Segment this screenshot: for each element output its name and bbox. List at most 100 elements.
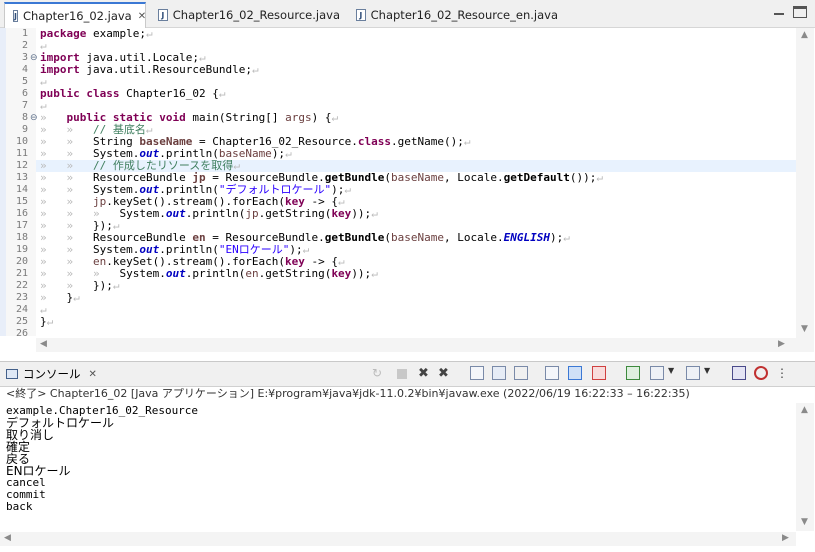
scroll-left-icon[interactable]: ◀ — [40, 339, 47, 349]
tab-chapter16-02[interactable]: J Chapter16_02.java ✕ — [4, 2, 146, 28]
line-number: 19 — [15, 244, 28, 255]
console-horizontal-scrollbar[interactable]: ◀ ▶ — [0, 532, 796, 546]
code-text: .getName(); — [391, 135, 464, 148]
code-text: )); — [351, 207, 372, 220]
tab-chapter16-02-resource-en[interactable]: J Chapter16_02_Resource_en.java — [348, 3, 558, 27]
variable: jp — [245, 207, 259, 220]
parameter: args — [285, 111, 312, 124]
word-wrap-icon[interactable] — [514, 366, 528, 380]
tab-console[interactable]: コンソール ✕ — [6, 366, 97, 382]
code-text: .getString( — [258, 267, 332, 280]
line-number: 18 — [15, 232, 28, 243]
line-number: 13 — [15, 172, 28, 183]
keyword: class — [86, 87, 120, 100]
open-console-icon[interactable] — [626, 366, 640, 380]
method: getDefault — [503, 171, 570, 184]
scroll-right-icon[interactable]: ▶ — [778, 339, 785, 349]
line-number: 1 — [21, 28, 28, 39]
code-text: System. — [119, 207, 166, 220]
code-line-25: }↵ — [40, 315, 54, 328]
tab-label: Chapter16_02.java — [22, 9, 132, 23]
code-text: )); — [351, 267, 372, 280]
line-number: 16 — [15, 208, 28, 219]
variable: baseName — [391, 231, 445, 244]
line-number: 21 — [15, 268, 28, 279]
field: out — [165, 207, 186, 220]
lambda-param: key — [331, 267, 352, 280]
console-process-header: <終了> Chapter16_02 [Java アプリケーション] E:¥pro… — [6, 387, 690, 400]
field: ENGLISH — [503, 231, 550, 244]
java-file-icon: J — [356, 9, 366, 21]
keyword: class — [357, 135, 392, 148]
show-on-stdout-icon[interactable] — [568, 366, 582, 380]
scroll-down-icon[interactable]: ▼ — [801, 517, 808, 527]
field: out — [165, 267, 186, 280]
code-text: , Locale. — [444, 171, 504, 184]
view-menu-icon[interactable]: ⋮ — [776, 366, 790, 380]
refresh-icon[interactable]: ↻ — [372, 366, 386, 380]
variable: baseName — [391, 171, 445, 184]
scroll-left-icon[interactable]: ◀ — [4, 533, 11, 543]
console-icon — [6, 369, 18, 379]
tab-label: Chapter16_02_Resource.java — [172, 8, 340, 22]
code-text: ); — [271, 147, 286, 160]
pin-console-icon[interactable] — [545, 366, 559, 380]
terminate-icon[interactable] — [397, 369, 407, 379]
fold-collapse-icon[interactable]: ⊖ — [30, 112, 38, 124]
code-text: example; — [86, 27, 146, 40]
code-text: .println( — [185, 207, 246, 220]
tab-label: Chapter16_02_Resource_en.java — [370, 8, 558, 22]
code-text: .println( — [185, 267, 246, 280]
scroll-up-icon[interactable]: ▲ — [801, 30, 808, 40]
console-view-bar: コンソール ✕ ↻ ✖ ✖ ▼ ▼ ⋮ — [0, 361, 815, 387]
editor-vertical-scrollbar[interactable]: ▲ ▼ — [796, 28, 814, 352]
scroll-up-icon[interactable]: ▲ — [801, 405, 808, 415]
line-number: 5 — [21, 76, 28, 87]
line-number: 7 — [21, 100, 28, 111]
close-icon[interactable]: ✕ — [89, 369, 97, 380]
chevron-down-icon[interactable]: ▼ — [668, 366, 682, 380]
console-output[interactable]: example.Chapter16_02_Resource デフォルトロケール … — [0, 403, 796, 531]
display-console-icon[interactable] — [650, 366, 664, 380]
console-settings-icon[interactable] — [732, 366, 746, 380]
editor-horizontal-scrollbar[interactable]: ◀ ▶ — [36, 338, 796, 352]
code-editor[interactable]: 1 2 3 4 5 6 7 8 9 10 11 12 13 14 15 16 1… — [0, 28, 815, 352]
variable: en — [245, 267, 259, 280]
show-on-stderr-icon[interactable] — [592, 366, 606, 380]
java-file-icon: J — [158, 9, 168, 21]
scroll-down-icon[interactable]: ▼ — [801, 324, 808, 334]
overview-ruler-left — [0, 28, 6, 336]
chevron-down-icon[interactable]: ▼ — [704, 366, 718, 380]
scroll-lock-icon[interactable] — [492, 366, 506, 380]
code-text: ); — [549, 231, 564, 244]
new-console-icon[interactable] — [686, 366, 700, 380]
code-text: ) { — [311, 111, 332, 124]
line-number: 6 — [21, 88, 28, 99]
minimize-icon[interactable] — [772, 6, 786, 18]
line-number: 24 — [15, 304, 28, 315]
console-vertical-scrollbar[interactable]: ▲ ▼ — [796, 403, 814, 531]
code-text: } — [40, 315, 47, 328]
scroll-right-icon[interactable]: ▶ — [782, 533, 789, 543]
java-file-icon: J — [13, 10, 18, 22]
keyword: void — [159, 111, 186, 124]
method: getBundle — [324, 231, 385, 244]
line-number: 20 — [15, 256, 28, 267]
maximize-icon[interactable] — [793, 6, 807, 18]
remove-launch-icon[interactable]: ✖ — [418, 366, 432, 381]
clear-console-icon[interactable] — [470, 366, 484, 380]
line-number: 12 — [15, 160, 28, 171]
close-icon[interactable]: ✕ — [138, 11, 146, 22]
code-text: java.util.ResourceBundle; — [79, 63, 252, 76]
line-number: 14 — [15, 184, 28, 195]
line-number: 4 — [21, 64, 28, 75]
tab-chapter16-02-resource[interactable]: J Chapter16_02_Resource.java — [150, 3, 340, 27]
accessibility-icon[interactable] — [754, 366, 768, 380]
remove-all-icon[interactable]: ✖ — [438, 366, 452, 381]
console-line: back — [6, 500, 33, 513]
code-line-6: public class Chapter16_02 {↵ — [40, 87, 226, 100]
code-text: main(String[] — [185, 111, 286, 124]
code-text: .getString( — [258, 207, 332, 220]
editor-tab-bar: J Chapter16_02.java ✕ J Chapter16_02_Res… — [0, 0, 815, 28]
fold-collapse-icon[interactable]: ⊖ — [30, 52, 38, 64]
